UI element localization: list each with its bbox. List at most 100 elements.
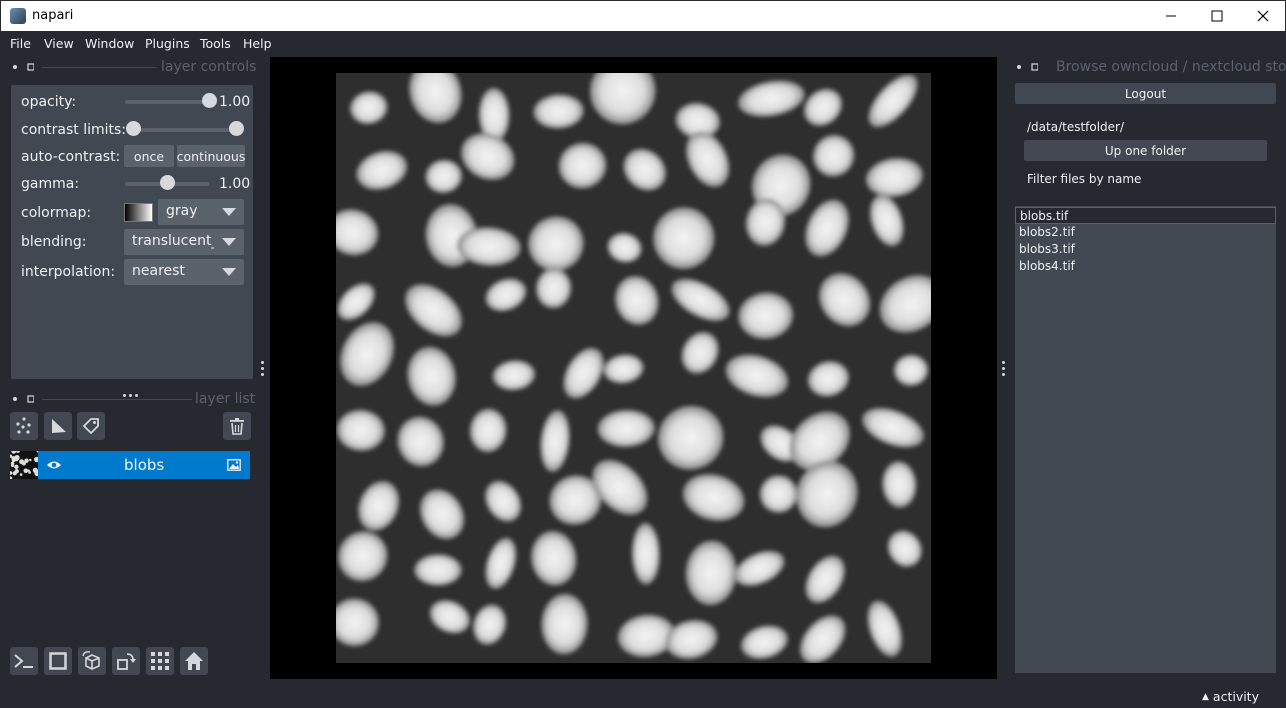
menu-window[interactable]: Window — [85, 36, 134, 51]
menu-bar: File View Window Plugins Tools Help — [0, 31, 1286, 55]
new-shapes-icon — [52, 419, 66, 433]
file-list: blobs.tif blobs2.tif blobs3.tif blobs4.t… — [1015, 206, 1276, 673]
auto-contrast-continuous-button[interactable]: continuous — [177, 145, 245, 167]
delete-layer-icon — [230, 418, 244, 435]
opacity-slider-handle[interactable] — [201, 93, 217, 108]
right-dock-splitter[interactable] — [1002, 361, 1006, 379]
browser-dock-header: Browse owncloud / nextcloud stor — [1016, 59, 1286, 75]
gamma-label: gamma: — [21, 176, 80, 192]
ndisplay-button[interactable] — [44, 647, 72, 675]
thumbnail-dot — [10, 476, 13, 479]
layer-list-title: layer list — [195, 391, 256, 407]
blending-label: blending: — [21, 234, 87, 250]
contrast-limits-slider[interactable] — [133, 128, 236, 132]
layer-controls-panel: opacity: 1.00 contrast limits: auto-cont… — [11, 85, 253, 379]
opacity-label: opacity: — [21, 94, 77, 110]
maximize-icon — [1211, 10, 1223, 22]
caret-up-icon: ▲ — [1202, 692, 1209, 702]
home-button[interactable] — [180, 647, 208, 675]
new-points-icon — [16, 417, 31, 434]
grid-icon — [151, 652, 169, 670]
opacity-value: 1.00 — [219, 94, 251, 110]
layer-controls-header: layer controls — [12, 59, 256, 75]
thumbnail-dot — [19, 473, 23, 476]
interpolation-label: interpolation: — [21, 264, 116, 280]
thumbnail-dot — [19, 459, 25, 465]
auto-contrast-once-button[interactable]: once — [124, 145, 174, 167]
layer-item-blobs[interactable]: blobs — [38, 451, 250, 479]
close-button[interactable] — [1240, 1, 1286, 31]
grid-view-button[interactable] — [146, 647, 174, 675]
thumbnail-dot — [33, 468, 36, 471]
dock-float-close-icon[interactable] — [12, 394, 34, 404]
colormap-combobox[interactable]: gray — [158, 199, 244, 225]
file-item[interactable]: blobs.tif — [1015, 207, 1276, 224]
layer-list-header: layer list — [12, 391, 256, 407]
opacity-slider[interactable] — [125, 100, 209, 104]
contrast-limits-label: contrast limits: — [21, 122, 126, 138]
contrast-low-handle[interactable] — [125, 121, 141, 136]
close-icon — [1257, 10, 1269, 22]
blobs-image[interactable] — [336, 73, 931, 663]
auto-contrast-label: auto-contrast: — [21, 149, 121, 165]
napari-logo-icon — [10, 8, 26, 24]
activity-button[interactable]: ▲ activity — [1202, 689, 1259, 704]
file-item[interactable]: blobs4.tif — [1015, 258, 1276, 275]
left-dock-splitter[interactable] — [261, 361, 265, 379]
gamma-slider-handle[interactable] — [159, 175, 175, 190]
thumbnail-dot — [11, 451, 17, 454]
viewer-canvas[interactable] — [270, 57, 997, 679]
chevron-down-icon — [222, 238, 236, 246]
thumbnail-dot — [14, 469, 19, 474]
new-labels-icon — [82, 418, 99, 435]
browser-dock-title: Browse owncloud / nextcloud stor — [1056, 59, 1286, 75]
new-shapes-button[interactable] — [44, 412, 72, 440]
minimize-button[interactable] — [1148, 1, 1194, 31]
menu-file[interactable]: File — [10, 36, 31, 51]
blob-shape — [414, 554, 462, 586]
menu-plugins[interactable]: Plugins — [145, 36, 190, 51]
thumbnail-dot — [10, 471, 13, 475]
dock-float-close-icon[interactable] — [1016, 62, 1038, 72]
new-labels-button[interactable] — [77, 412, 105, 440]
new-points-button[interactable] — [10, 412, 38, 440]
home-icon — [185, 652, 203, 670]
gamma-value: 1.00 — [219, 176, 251, 192]
file-item[interactable]: blobs2.tif — [1015, 224, 1276, 241]
chevron-down-icon — [222, 208, 236, 216]
transpose-icon — [117, 653, 136, 670]
maximize-button[interactable] — [1194, 1, 1240, 31]
thumbnail-dot — [24, 458, 29, 463]
menu-tools[interactable]: Tools — [200, 36, 231, 51]
roll-dims-icon — [82, 651, 100, 670]
blending-value: translucent_ — [132, 233, 214, 249]
image-layer-type-icon — [227, 459, 241, 471]
ndisplay-2d-icon — [49, 652, 67, 670]
contrast-high-handle[interactable] — [228, 121, 244, 136]
roll-dims-button[interactable] — [78, 647, 106, 675]
file-item[interactable]: blobs3.tif — [1015, 241, 1276, 258]
current-path: /data/testfolder/ — [1027, 120, 1125, 134]
title-bar: napari — [0, 0, 1286, 31]
logout-button[interactable]: Logout — [1015, 83, 1276, 104]
thumbnail-dot — [23, 468, 29, 474]
console-button[interactable] — [10, 647, 38, 675]
menu-help[interactable]: Help — [243, 36, 272, 51]
thumbnail-dot — [27, 469, 30, 472]
colormap-value: gray — [166, 203, 198, 219]
layer-name[interactable]: blobs — [124, 456, 164, 474]
interpolation-combobox[interactable]: nearest — [124, 259, 244, 285]
filter-files-input[interactable]: Filter files by name — [1021, 168, 1267, 191]
colormap-label: colormap: — [21, 205, 92, 221]
napari-window: napari File View Window Plugins Tools He… — [0, 0, 1286, 708]
thumbnail-dot — [11, 463, 14, 467]
dock-float-close-icon[interactable] — [12, 62, 34, 72]
delete-layer-button[interactable] — [223, 412, 251, 440]
blending-combobox[interactable]: translucent_ — [124, 229, 244, 255]
minimize-icon — [1166, 15, 1176, 17]
menu-view[interactable]: View — [44, 36, 74, 51]
activity-label: activity — [1212, 689, 1259, 704]
up-one-folder-button[interactable]: Up one folder — [1024, 140, 1267, 161]
transpose-button[interactable] — [112, 647, 140, 675]
eye-visibility-icon[interactable] — [46, 460, 62, 470]
